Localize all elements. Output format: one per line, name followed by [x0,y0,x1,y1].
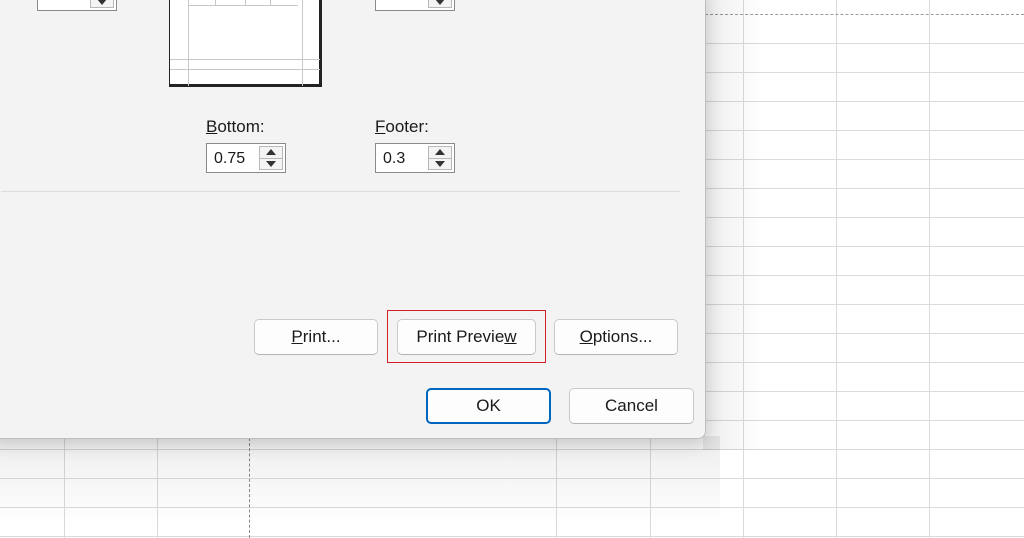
arrow-down-icon[interactable] [435,0,445,5]
arrow-up-icon[interactable] [435,149,445,155]
highlight-box [387,310,546,363]
options-button[interactable]: Options... [554,319,678,355]
section-separator [1,191,680,192]
arrow-down-icon[interactable] [97,0,107,5]
spinner-buttons[interactable] [259,146,283,170]
print-button[interactable]: Print... [254,319,378,355]
ok-button[interactable]: OK [426,388,551,424]
arrow-up-icon[interactable] [266,149,276,155]
bottom-label: Bottom: [206,117,265,136]
page-setup-dialog: Bottom: 0.75 Footer: 0.3 Print... Print … [0,0,706,439]
footer-margin-spinner[interactable]: 0.3 [375,143,455,173]
top-right-spinner[interactable] [375,0,455,11]
footer-label: Footer: [375,117,429,136]
bottom-margin-spinner[interactable]: 0.75 [206,143,286,173]
spinner-buttons[interactable] [428,0,452,8]
arrow-down-icon[interactable] [266,161,276,167]
page-preview-icon [169,0,322,87]
bottom-margin-value[interactable]: 0.75 [214,150,245,168]
spinner-buttons[interactable] [90,0,114,8]
cancel-button[interactable]: Cancel [569,388,694,424]
footer-margin-value[interactable]: 0.3 [383,150,405,168]
arrow-down-icon[interactable] [435,161,445,167]
top-left-spinner[interactable] [37,0,117,11]
spinner-buttons[interactable] [428,146,452,170]
